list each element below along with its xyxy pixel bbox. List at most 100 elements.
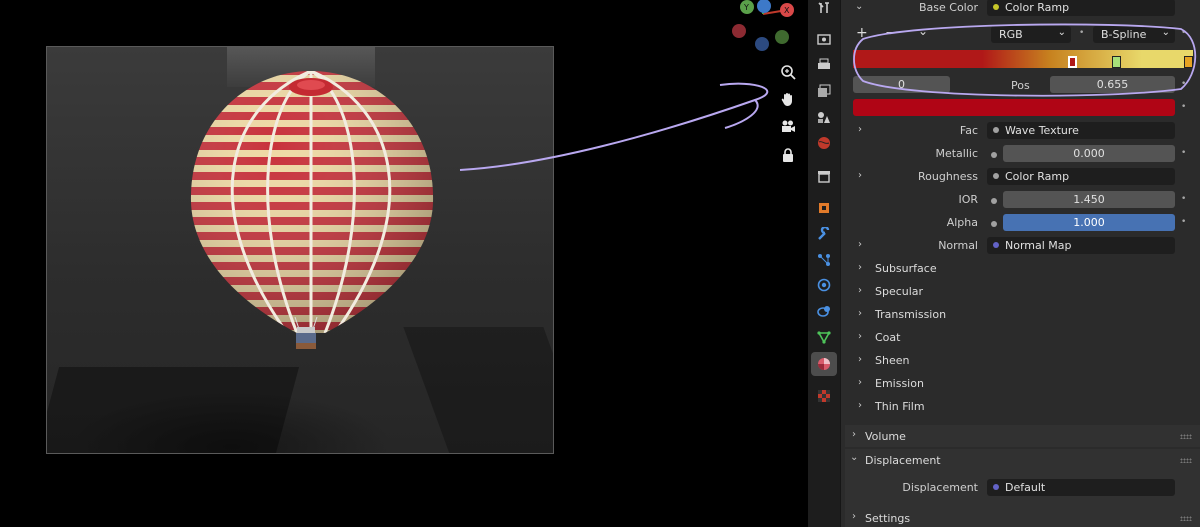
- normal-row: › Normal Normal Map: [841, 236, 1200, 258]
- viewport[interactable]: Y X: [0, 0, 808, 527]
- subpanel-transmission[interactable]: › Transmission: [841, 305, 1200, 327]
- metallic-label: Metallic: [935, 147, 978, 160]
- normal-input[interactable]: Normal Map: [987, 237, 1175, 254]
- roughness-input[interactable]: Color Ramp: [987, 168, 1175, 185]
- socket-dot: [991, 152, 997, 158]
- subpanel-subsurface[interactable]: › Subsurface: [841, 259, 1200, 281]
- subpanel-specular[interactable]: › Specular: [841, 282, 1200, 304]
- chevron-right-icon: ›: [858, 354, 862, 365]
- volume-section-header[interactable]: › Volume: [845, 425, 1200, 447]
- svg-text:Y: Y: [743, 3, 749, 12]
- constraints-icon[interactable]: [816, 303, 832, 319]
- balloon-basket: [294, 317, 318, 349]
- fac-row: › Fac Wave Texture: [841, 121, 1200, 143]
- subpanel-label: Emission: [875, 377, 924, 390]
- tool-icon[interactable]: [816, 0, 832, 16]
- ior-field[interactable]: 1.450: [1003, 191, 1175, 208]
- fac-label: Fac: [959, 124, 978, 137]
- chevron-right-icon[interactable]: ›: [858, 170, 862, 181]
- world-icon[interactable]: [816, 135, 832, 151]
- texture-icon[interactable]: [816, 388, 832, 404]
- material-properties-panel: ⌄ Base Color Color Ramp + − ⌄ RGB ⌄ • B-…: [841, 0, 1200, 527]
- base-color-label: Base Color: [918, 1, 978, 14]
- alpha-label: Alpha: [946, 216, 978, 229]
- chevron-right-icon: ›: [858, 308, 862, 319]
- displacement-row: Displacement Default: [841, 478, 1200, 500]
- chevron-right-icon[interactable]: ›: [858, 239, 862, 250]
- socket-dot: [991, 198, 997, 204]
- socket-dot: [993, 173, 999, 179]
- output-icon[interactable]: [816, 57, 832, 73]
- displacement-label: Displacement: [902, 481, 978, 494]
- normal-label: Normal: [938, 239, 978, 252]
- collection-icon[interactable]: [816, 168, 832, 184]
- zoom-icon[interactable]: [775, 61, 801, 83]
- chevron-right-icon: ›: [858, 331, 862, 342]
- socket-dot: [993, 4, 999, 10]
- properties-tabs: [808, 0, 841, 527]
- chevron-right-icon: ›: [858, 400, 862, 411]
- alpha-row: Alpha 1.000 •: [841, 213, 1200, 235]
- data-icon[interactable]: [816, 329, 832, 345]
- annotation-circle: [853, 23, 1197, 97]
- displacement-section-header[interactable]: ⌄ Displacement: [845, 449, 1200, 471]
- subpanel-label: Transmission: [875, 308, 947, 321]
- chevron-down-icon[interactable]: ⌄: [855, 1, 863, 12]
- metallic-row: Metallic 0.000 •: [841, 144, 1200, 166]
- material-icon[interactable]: [816, 356, 832, 372]
- camera-icon[interactable]: [775, 116, 801, 138]
- chevron-right-icon: ›: [852, 511, 856, 522]
- socket-dot: [993, 484, 999, 490]
- floor-shadow: [403, 327, 553, 453]
- subpanel-label: Thin Film: [875, 400, 925, 413]
- keyframe-dot: •: [1181, 217, 1187, 227]
- color-swatch[interactable]: [853, 99, 1175, 116]
- chevron-right-icon: ›: [858, 285, 862, 296]
- subpanel-label: Sheen: [875, 354, 910, 367]
- chevron-right-icon: ›: [852, 429, 856, 440]
- physics-icon[interactable]: [816, 277, 832, 293]
- view-layer-icon[interactable]: [816, 83, 832, 99]
- displacement-input[interactable]: Default: [987, 479, 1175, 496]
- drag-grip-icon[interactable]: [1180, 458, 1192, 463]
- roughness-label: Roughness: [917, 170, 978, 183]
- subpanel-label: Coat: [875, 331, 901, 344]
- scene-icon[interactable]: [816, 109, 832, 125]
- drag-grip-icon[interactable]: [1180, 516, 1192, 521]
- particles-icon[interactable]: [816, 252, 832, 268]
- svg-text:X: X: [784, 6, 790, 15]
- object-icon[interactable]: [816, 200, 832, 216]
- subpanel-sheen[interactable]: › Sheen: [841, 351, 1200, 373]
- subpanel-coat[interactable]: › Coat: [841, 328, 1200, 350]
- keyframe-dot: •: [1181, 148, 1187, 158]
- subpanel-emission[interactable]: › Emission: [841, 374, 1200, 396]
- hand-icon[interactable]: [775, 88, 801, 110]
- socket-dot: [991, 221, 997, 227]
- socket-dot: [993, 242, 999, 248]
- chevron-right-icon: ›: [858, 262, 862, 273]
- metallic-field[interactable]: 0.000: [1003, 145, 1175, 162]
- volume-label: Volume: [865, 430, 906, 443]
- subpanel-label: Specular: [875, 285, 924, 298]
- navigation-gizmo[interactable]: Y X: [725, 0, 805, 60]
- drag-grip-icon[interactable]: [1180, 434, 1192, 439]
- lock-icon[interactable]: [775, 144, 801, 166]
- floor-shadow: [47, 367, 300, 453]
- chevron-right-icon: ›: [858, 377, 862, 388]
- chevron-right-icon[interactable]: ›: [858, 124, 862, 135]
- ior-label: IOR: [958, 193, 978, 206]
- render-icon[interactable]: [816, 31, 832, 47]
- ior-row: IOR 1.450 •: [841, 190, 1200, 212]
- fac-input[interactable]: Wave Texture: [987, 122, 1175, 139]
- settings-label: Settings: [865, 512, 911, 525]
- chevron-down-icon: ⌄: [850, 452, 859, 463]
- subpanel-label: Subsurface: [875, 262, 937, 275]
- subpanel-thin-film[interactable]: › Thin Film: [841, 397, 1200, 419]
- socket-dot: [993, 127, 999, 133]
- alpha-field[interactable]: 1.000: [1003, 214, 1175, 231]
- base-color-input[interactable]: Color Ramp: [987, 0, 1175, 16]
- keyframe-dot: •: [1181, 102, 1187, 112]
- settings-section-header[interactable]: › Settings: [845, 507, 1200, 527]
- modifier-icon[interactable]: [816, 226, 832, 242]
- hot-air-balloon: [190, 71, 434, 333]
